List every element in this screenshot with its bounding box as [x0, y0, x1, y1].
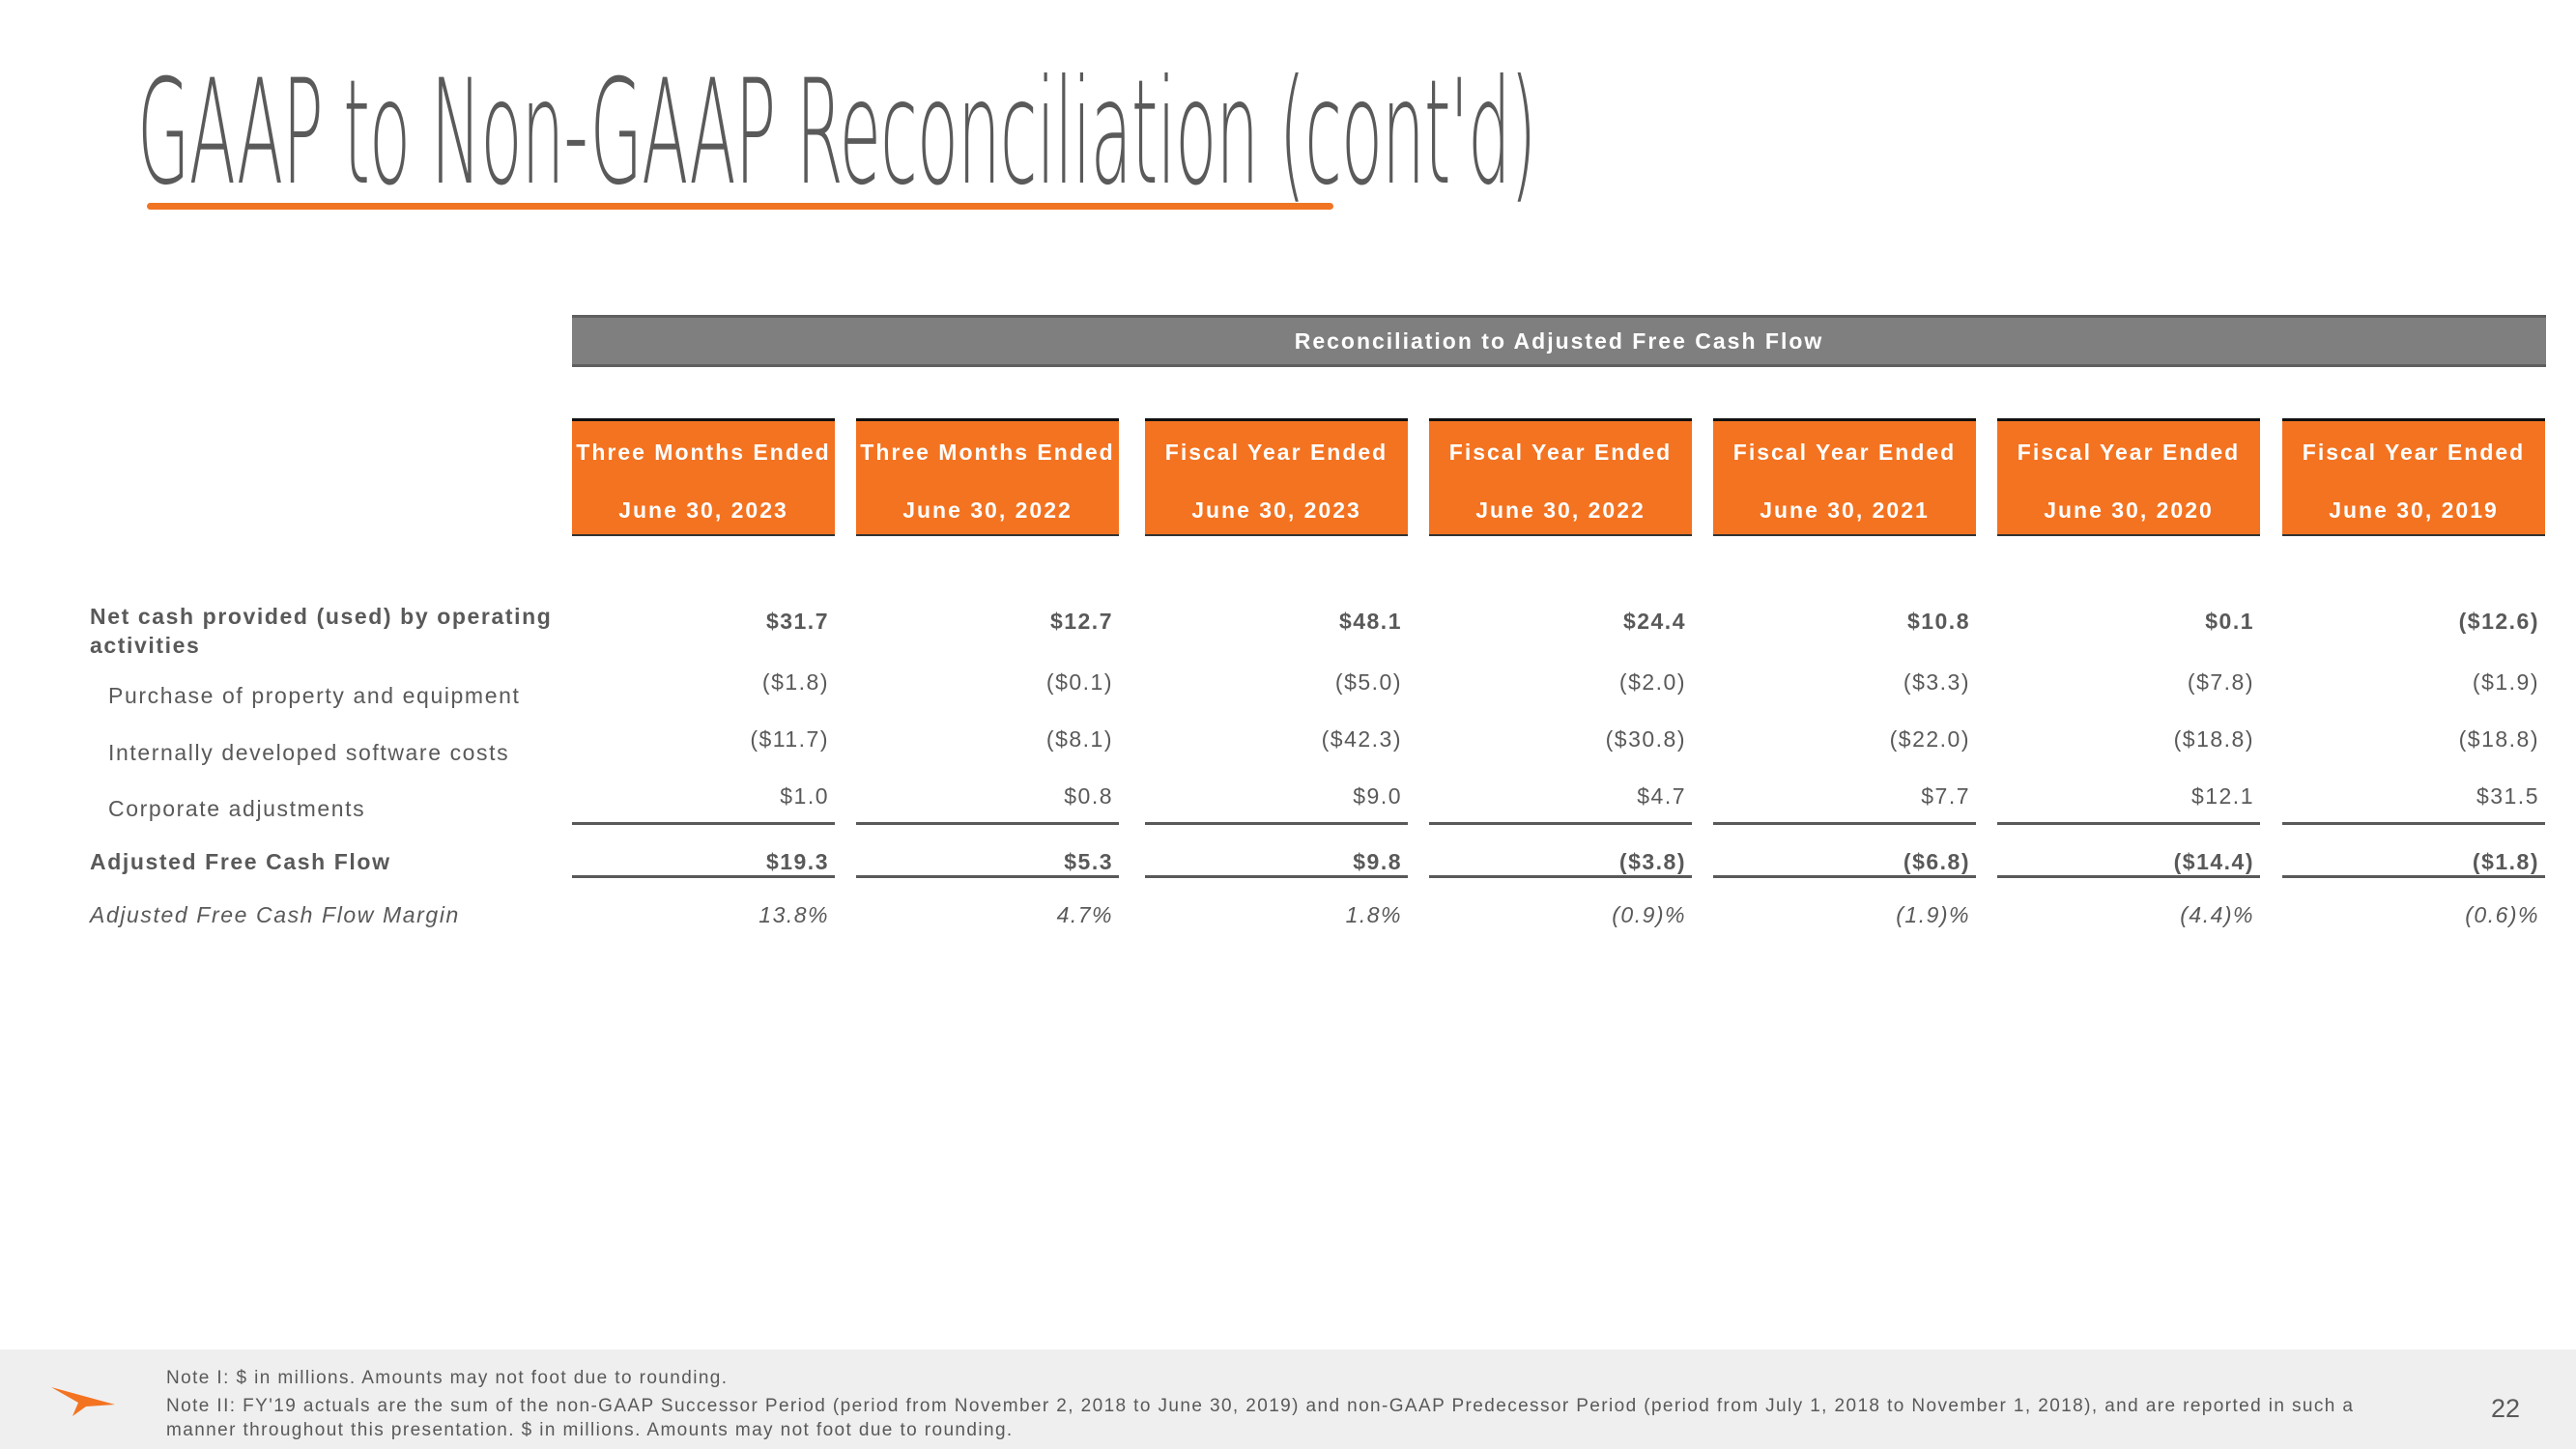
total-rule-line: [1145, 875, 1408, 878]
column-header-period: Fiscal Year Ended: [1732, 440, 1957, 465]
column-header-period: Three Months Ended: [576, 440, 831, 465]
column-header-date: June 30, 2023: [1191, 497, 1361, 523]
column-header: Fiscal Year Ended June 30, 2021: [1713, 418, 1976, 536]
row-label: Purchase of property and equipment: [108, 683, 521, 708]
table-cell: ($30.8): [1605, 726, 1686, 752]
column-header-period: Three Months Ended: [860, 440, 1115, 465]
page-title: GAAP to Non-GAAP Reconciliation (cont'd): [137, 49, 1536, 217]
table-cell: $48.1: [1338, 609, 1402, 634]
column-header: Three Months Ended June 30, 2023: [572, 418, 835, 536]
total-rule-line: [856, 822, 1119, 825]
orange-arrow-logo-icon: [51, 1387, 115, 1416]
table-cell: ($3.8): [1618, 849, 1686, 874]
table-cell: $9.8: [1353, 849, 1402, 874]
total-rule-line: [1145, 822, 1408, 825]
footer-note-2: Note II: FY'19 actuals are the sum of th…: [166, 1396, 2355, 1416]
column-header: Fiscal Year Ended June 30, 2022: [1429, 418, 1692, 536]
table-cell: (0.9)%: [1612, 902, 1686, 927]
row-label: Internally developed software costs: [108, 740, 510, 765]
total-rule-line: [2282, 822, 2545, 825]
column-header-date: June 30, 2019: [2329, 497, 2499, 523]
table-cell: ($7.8): [2187, 669, 2254, 695]
table-cell: $1.0: [780, 783, 829, 809]
table-cell: $0.1: [2205, 609, 2254, 634]
table-cell: ($18.8): [2173, 726, 2254, 752]
row-label: Net cash provided (used) by operating act…: [90, 602, 552, 660]
total-rule-line: [1997, 875, 2260, 878]
table-cell: ($1.8): [2472, 849, 2539, 874]
section-header-bar: Reconciliation to Adjusted Free Cash Flo…: [572, 315, 2546, 367]
column-header-period: Fiscal Year Ended: [1448, 440, 1673, 465]
column-header: Fiscal Year Ended June 30, 2019: [2282, 418, 2545, 536]
column-header-period: Fiscal Year Ended: [2017, 440, 2241, 465]
total-rule-line: [572, 875, 835, 878]
column-header-date: June 30, 2020: [2044, 497, 2214, 523]
column-header: Fiscal Year Ended June 30, 2020: [1997, 418, 2260, 536]
table-cell: (4.4)%: [2180, 902, 2254, 927]
table-cell: $5.3: [1064, 849, 1113, 874]
table-cell: 13.8%: [758, 902, 829, 927]
total-rule-line: [1429, 822, 1692, 825]
table-cell: $9.0: [1353, 783, 1402, 809]
table-cell: ($42.3): [1321, 726, 1402, 752]
title-underline: [147, 203, 1333, 210]
row-label-line: activities: [90, 633, 201, 658]
table-cell: 1.8%: [1345, 902, 1402, 927]
table-cell: 4.7%: [1056, 902, 1113, 927]
table-cell: ($11.7): [750, 726, 829, 752]
column-header-period: Fiscal Year Ended: [2302, 440, 2526, 465]
table-cell: ($1.8): [761, 669, 829, 695]
table-cell: $0.8: [1064, 783, 1113, 809]
column-header-date: June 30, 2022: [902, 497, 1073, 523]
column-header-date: June 30, 2023: [618, 497, 788, 523]
table-cell: $7.7: [1921, 783, 1970, 809]
table-cell: $12.7: [1049, 609, 1113, 634]
footer-note-1: Note I: $ in millions. Amounts may not f…: [166, 1368, 729, 1388]
column-header-date: June 30, 2022: [1475, 497, 1646, 523]
row-label: Adjusted Free Cash Flow Margin: [90, 902, 460, 927]
table-cell: ($12.6): [2458, 609, 2539, 634]
table-cell: $4.7: [1637, 783, 1686, 809]
table-cell: ($6.8): [1903, 849, 1970, 874]
table-cell: $24.4: [1622, 609, 1686, 634]
table-cell: $31.5: [2476, 783, 2539, 809]
total-rule-line: [2282, 875, 2545, 878]
section-title: Reconciliation to Adjusted Free Cash Flo…: [1294, 327, 1824, 354]
row-label-line: Net cash provided (used) by operating: [90, 604, 553, 629]
total-rule-line: [1997, 822, 2260, 825]
column-header-date: June 30, 2021: [1760, 497, 1930, 523]
total-rule-line: [1713, 822, 1976, 825]
table-cell: ($18.8): [2458, 726, 2539, 752]
column-header: Fiscal Year Ended June 30, 2023: [1145, 418, 1408, 536]
total-rule-line: [572, 822, 835, 825]
table-cell: $10.8: [1906, 609, 1970, 634]
total-rule-line: [1429, 875, 1692, 878]
table-cell: ($0.1): [1045, 669, 1113, 695]
footer: Note I: $ in millions. Amounts may not f…: [0, 1350, 2576, 1449]
column-header: Three Months Ended June 30, 2022: [856, 418, 1119, 536]
table-cell: $12.1: [2190, 783, 2254, 809]
total-rule-line: [856, 875, 1119, 878]
table-cell: $19.3: [765, 849, 829, 874]
page-number: 22: [2491, 1394, 2521, 1423]
table-cell: ($14.4): [2173, 849, 2254, 874]
table-cell: ($5.0): [1334, 669, 1402, 695]
table-cell: (0.6)%: [2465, 902, 2539, 927]
table-cell: ($3.3): [1903, 669, 1970, 695]
row-label: Corporate adjustments: [108, 796, 366, 821]
table-cell: ($1.9): [2472, 669, 2539, 695]
table-cell: ($22.0): [1889, 726, 1970, 752]
table-cell: $31.7: [765, 609, 829, 634]
table-cell: ($2.0): [1618, 669, 1686, 695]
total-rule-line: [1713, 875, 1976, 878]
footer-note-3: manner throughout this presentation. $ i…: [166, 1420, 1014, 1440]
table-cell: (1.9)%: [1896, 902, 1970, 927]
row-label: Adjusted Free Cash Flow: [90, 849, 391, 874]
table-cell: ($8.1): [1045, 726, 1113, 752]
column-header-period: Fiscal Year Ended: [1164, 440, 1388, 465]
